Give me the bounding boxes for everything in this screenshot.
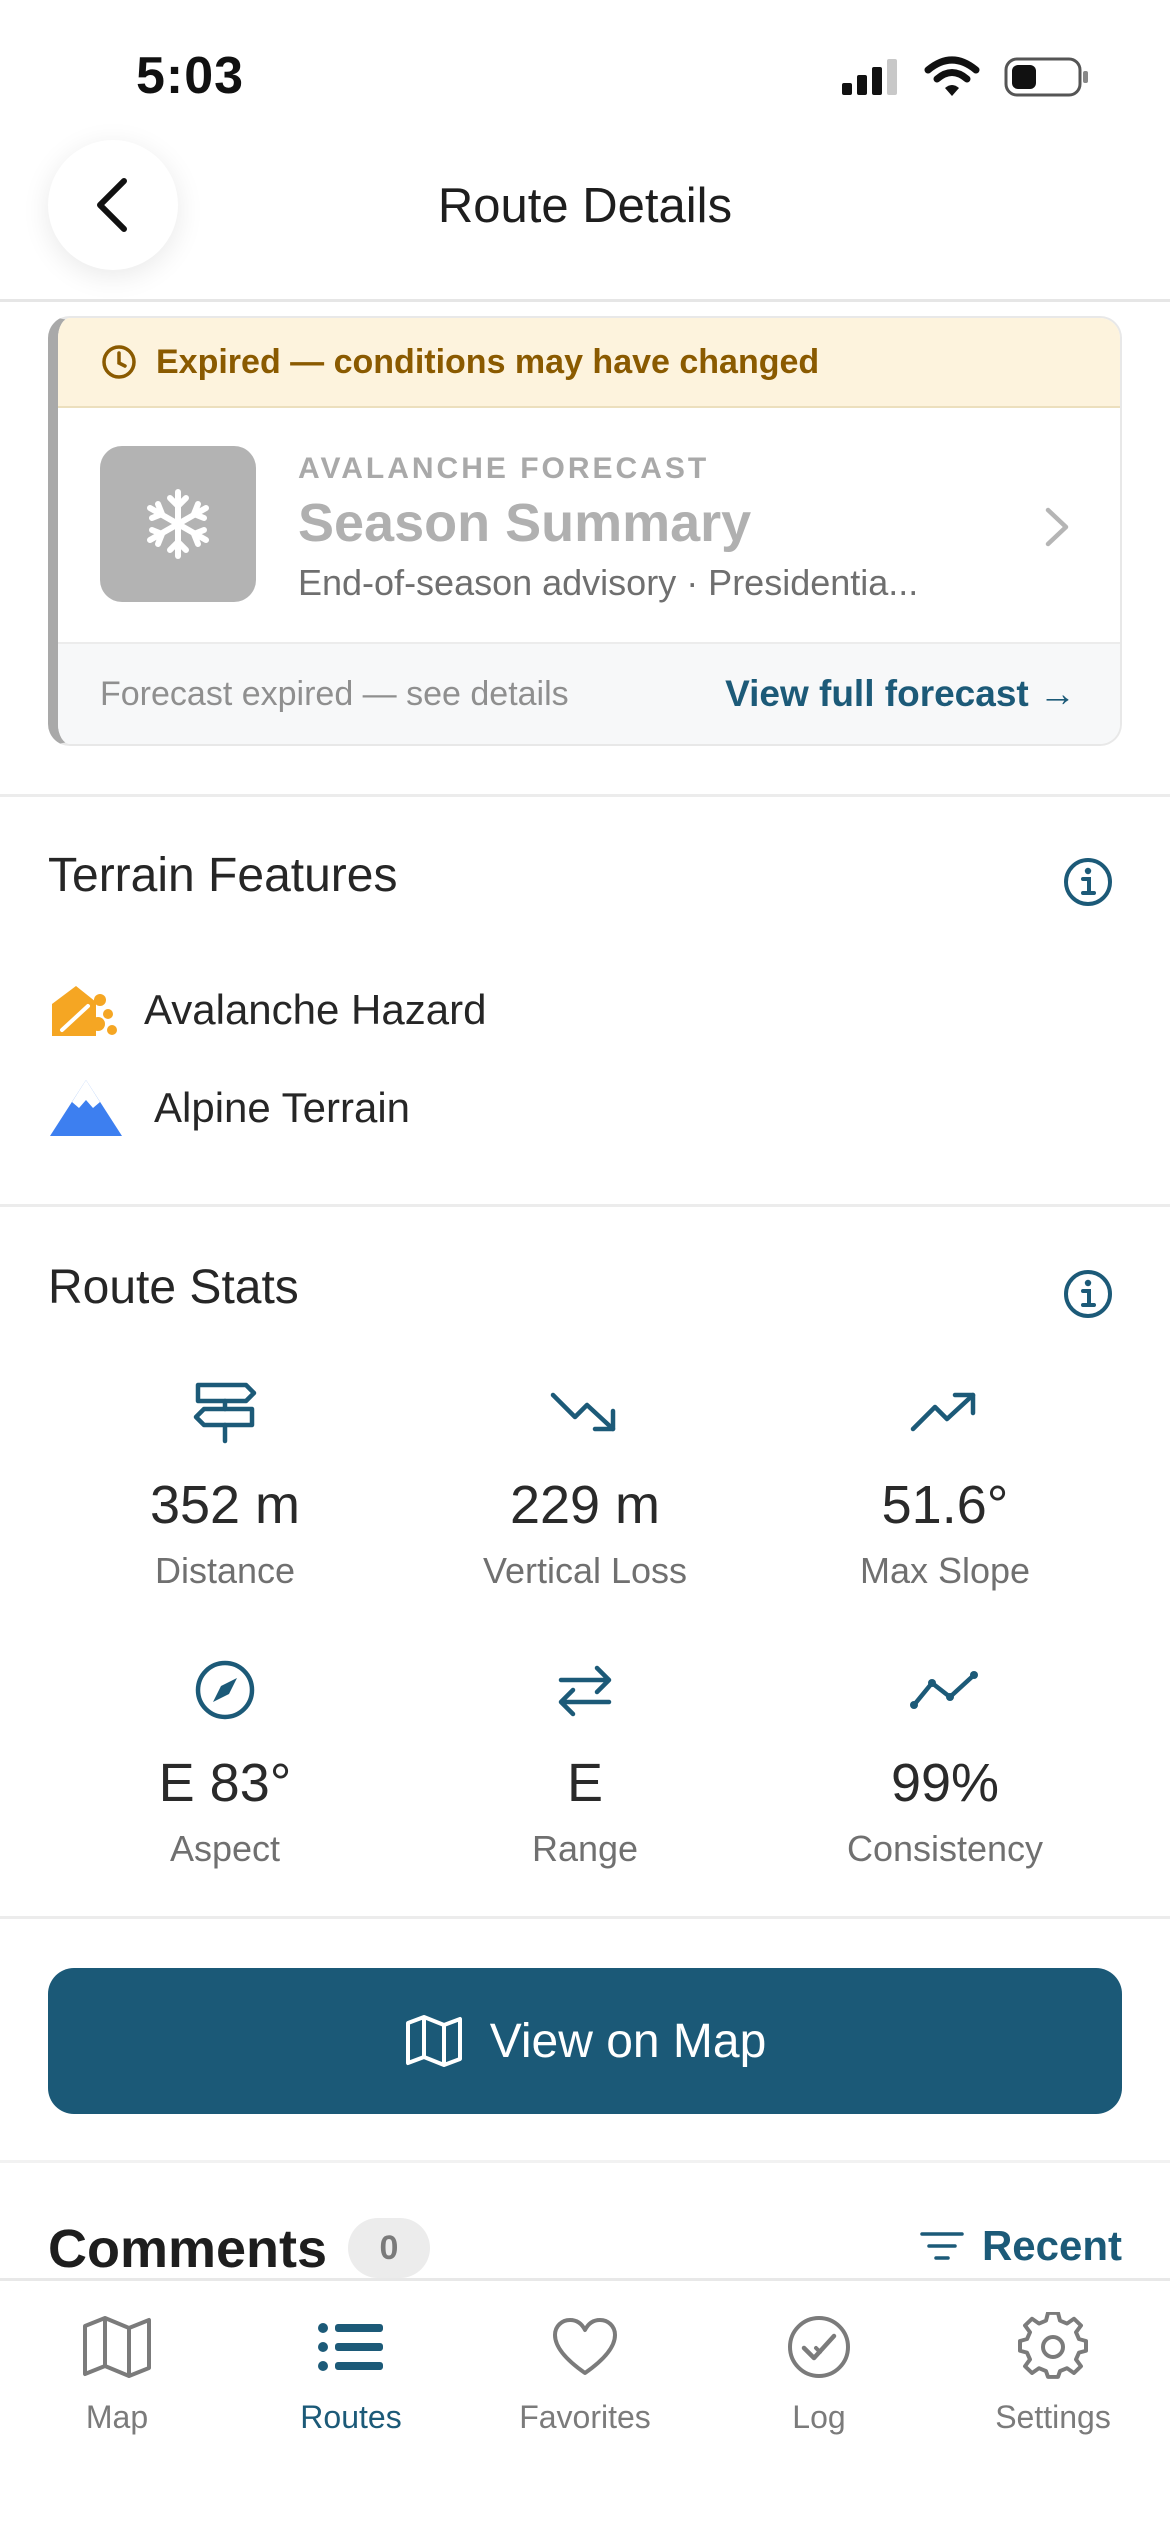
battery-icon — [1004, 57, 1088, 97]
stat-label: Aspect — [169, 1828, 281, 1869]
stat-label: Distance — [154, 1550, 296, 1591]
section-divider — [0, 794, 1170, 797]
terrain-feature-alpine: Alpine Terrain — [48, 1078, 410, 1138]
line-graph-icon — [910, 1671, 978, 1709]
stat-distance: 352 m Distance — [30, 1372, 420, 1592]
info-icon[interactable] — [1062, 856, 1114, 908]
status-time: 5:03 — [136, 47, 245, 105]
view-on-map-button[interactable]: View on Map — [48, 1968, 1122, 2114]
terrain-feature-avalanche: Avalanche Hazard — [48, 980, 486, 1040]
tab-map[interactable]: Map — [0, 2307, 234, 2436]
signpost-icon — [193, 1382, 257, 1444]
stat-consistency: 99% Consistency — [750, 1650, 1140, 1870]
stat-value: E — [566, 1753, 604, 1813]
expired-banner: Expired — conditions may have changed — [58, 318, 1120, 408]
page-title: Route Details — [437, 179, 733, 233]
clock-icon — [102, 345, 136, 379]
heart-icon — [553, 2318, 617, 2375]
comments-count-badge: 0 — [348, 2218, 430, 2278]
map-icon — [83, 2316, 151, 2378]
snowflake-icon — [147, 489, 209, 559]
avalanche-hazard-icon — [52, 986, 117, 1036]
tab-label: Favorites — [519, 2399, 651, 2435]
view-full-forecast-link[interactable]: View full forecast → — [725, 673, 1076, 715]
tab-routes[interactable]: Routes — [234, 2307, 468, 2436]
tab-label: Routes — [300, 2399, 402, 2435]
sort-comments-button[interactable]: Recent — [920, 2222, 1122, 2270]
cellular-signal-icon — [842, 59, 897, 95]
stat-label: Max Slope — [859, 1550, 1031, 1591]
map-icon — [405, 2015, 462, 2067]
forecast-eyebrow: AVALANCHE FORECAST — [298, 452, 710, 485]
comments-title: Comments — [48, 2219, 328, 2279]
expired-notice: Expired — conditions may have changed — [156, 342, 820, 381]
trend-down-icon — [550, 1392, 616, 1432]
wifi-icon — [924, 56, 980, 96]
section-divider — [0, 1916, 1170, 1919]
stat-vertical-loss: 229 m Vertical Loss — [390, 1372, 780, 1592]
stat-value: 229 m — [509, 1475, 661, 1535]
arrows-exchange-icon — [558, 1665, 612, 1717]
stat-range: E Range — [390, 1650, 780, 1870]
section-divider — [0, 1204, 1170, 1207]
feature-label: Alpine Terrain — [154, 1084, 411, 1131]
stat-value: 99% — [890, 1753, 1000, 1813]
terrain-features-title: Terrain Features — [48, 849, 398, 902]
stat-value: 51.6° — [881, 1475, 1009, 1535]
info-icon[interactable] — [1062, 1268, 1114, 1320]
header: Route Details — [0, 140, 1170, 302]
tab-label: Log — [792, 2399, 846, 2435]
stat-label: Range — [531, 1828, 639, 1869]
route-stats-title: Route Stats — [48, 1261, 299, 1314]
list-icon — [318, 2323, 383, 2371]
stat-label: Vertical Loss — [482, 1550, 688, 1591]
forecast-title: Season Summary — [298, 493, 752, 553]
tab-settings[interactable]: Settings — [936, 2307, 1170, 2436]
section-divider — [0, 2160, 1170, 2163]
tab-label: Map — [85, 2399, 149, 2435]
tab-label: Settings — [995, 2399, 1111, 2435]
filter-sort-icon — [920, 2232, 964, 2260]
tab-log[interactable]: Log — [702, 2307, 936, 2436]
stat-max-slope: 51.6° Max Slope — [750, 1372, 1140, 1592]
forecast-body[interactable]: AVALANCHE FORECAST Season Summary End-of… — [58, 408, 1120, 644]
compass-icon — [195, 1660, 255, 1720]
tab-favorites[interactable]: Favorites — [468, 2307, 702, 2436]
mountain-icon — [50, 1080, 122, 1136]
forecast-thumbnail — [100, 446, 256, 602]
forecast-expired-note: Forecast expired — see details — [100, 674, 569, 713]
forecast-footer: Forecast expired — see details View full… — [58, 644, 1120, 744]
stat-label: Consistency — [846, 1828, 1044, 1869]
forecast-card[interactable]: Expired — conditions may have changed AV… — [48, 316, 1122, 746]
view-on-map-label: View on Map — [489, 2014, 767, 2068]
check-circle-icon — [788, 2316, 850, 2378]
chevron-right-icon — [1045, 507, 1069, 547]
sort-label: Recent — [981, 2222, 1122, 2269]
trend-up-icon — [910, 1392, 976, 1432]
tab-bar: Map Routes Favorites Log Settings — [0, 2278, 1170, 2532]
gear-icon — [1018, 2312, 1088, 2379]
stat-value: 352 m — [149, 1475, 301, 1535]
feature-label: Avalanche Hazard — [144, 986, 487, 1033]
forecast-subtitle: End-of-season advisory · Presidentia... — [298, 562, 919, 603]
stat-aspect: E 83° Aspect — [30, 1650, 420, 1870]
status-bar: 5:03 — [0, 0, 1170, 150]
status-icons — [840, 56, 1090, 98]
stat-value: E 83° — [158, 1753, 292, 1813]
